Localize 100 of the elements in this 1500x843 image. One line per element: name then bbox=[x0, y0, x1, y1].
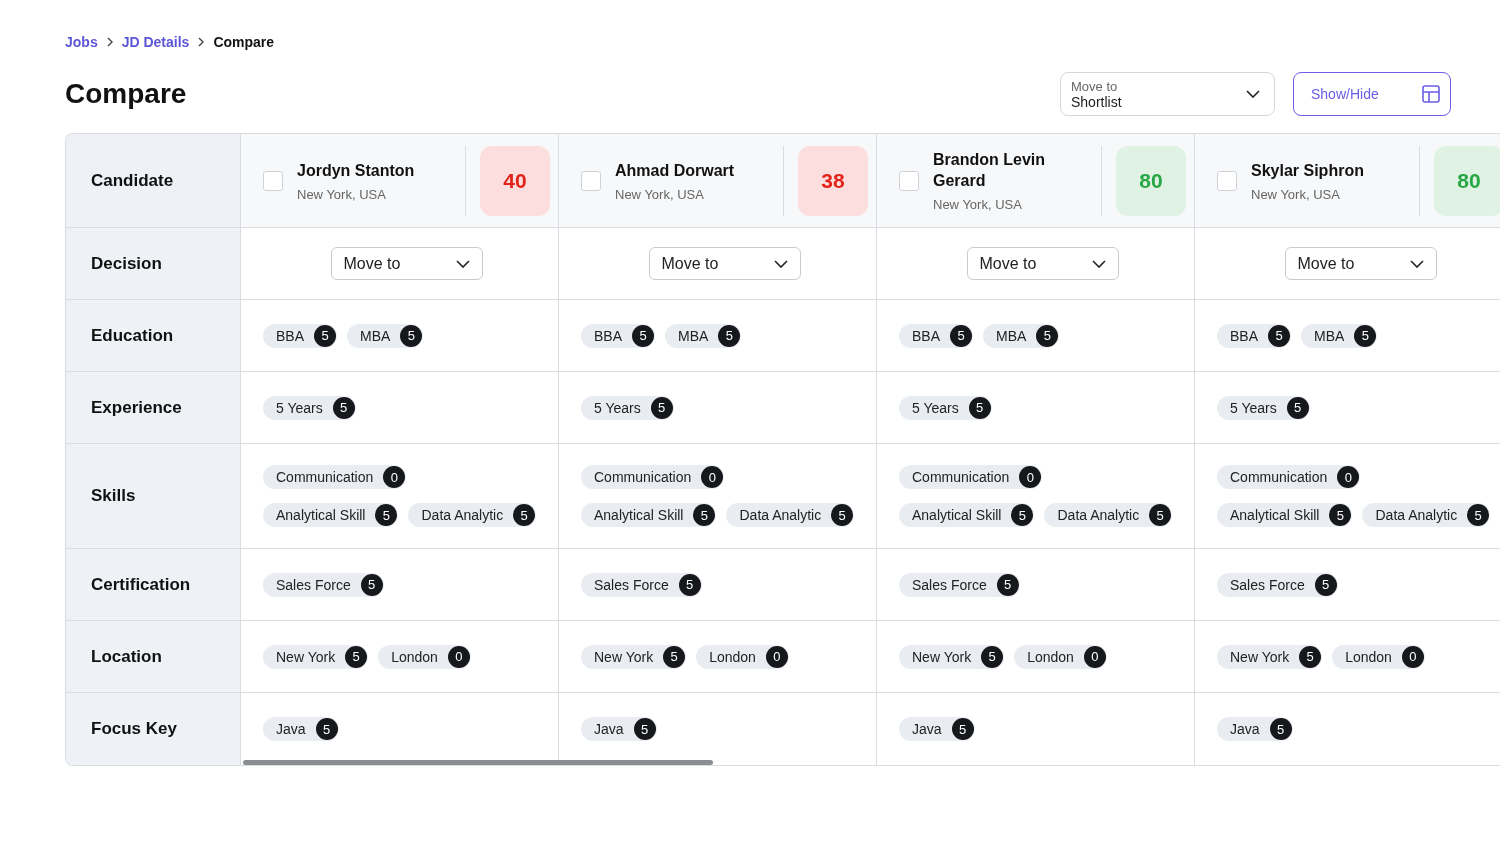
count-badge: 5 bbox=[400, 324, 423, 347]
criteria-tag: BBA 5 bbox=[899, 323, 973, 348]
candidate-location: New York, USA bbox=[1251, 186, 1341, 202]
count-badge: 5 bbox=[1011, 504, 1034, 526]
count-badge: 5 bbox=[1269, 718, 1292, 740]
criteria-tag: Analytical Skill 5 bbox=[581, 503, 717, 527]
count-badge: 0 bbox=[701, 466, 724, 488]
count-badge: 5 bbox=[951, 718, 974, 740]
criteria-tag: 5 Years 5 bbox=[581, 395, 674, 420]
show-hide-button[interactable]: Show/Hide bbox=[1293, 72, 1451, 116]
count-badge: 0 bbox=[1337, 466, 1360, 488]
count-badge: 5 bbox=[1149, 504, 1172, 526]
criteria-tag: Communication 0 bbox=[263, 465, 407, 489]
criteria-tag: Communication 0 bbox=[899, 465, 1043, 489]
count-badge: 5 bbox=[375, 504, 398, 526]
criteria-tag: New York 5 bbox=[1217, 644, 1323, 669]
criteria-tag: Data Analytic 5 bbox=[1044, 503, 1173, 527]
criteria-tag: MBA 5 bbox=[1301, 323, 1378, 348]
table-layout-icon bbox=[1422, 85, 1440, 103]
score-badge: 80 bbox=[1116, 145, 1186, 216]
count-badge: 0 bbox=[765, 645, 788, 668]
checkbox[interactable] bbox=[263, 170, 283, 191]
row-label: Experience bbox=[66, 372, 241, 444]
criteria-tag: London 0 bbox=[696, 644, 789, 669]
criteria-tag: Data Analytic 5 bbox=[726, 503, 855, 527]
count-badge: 5 bbox=[981, 645, 1004, 668]
count-badge: 5 bbox=[968, 396, 991, 419]
chevron-down-icon bbox=[1246, 90, 1260, 98]
criteria-tag: 5 Years 5 bbox=[263, 395, 356, 420]
candidate-name: Skylar Siphron bbox=[1251, 160, 1365, 181]
candidate-name: Jordyn Stanton bbox=[297, 160, 416, 181]
criteria-tag: Data Analytic 5 bbox=[408, 503, 537, 527]
criteria-tag: Java 5 bbox=[899, 717, 975, 741]
chevron-down-icon bbox=[455, 259, 470, 268]
criteria-tag: Java 5 bbox=[581, 717, 657, 741]
count-badge: 5 bbox=[718, 324, 741, 347]
criteria-tag: MBA 5 bbox=[665, 323, 742, 348]
count-badge: 5 bbox=[950, 324, 972, 347]
checkbox[interactable] bbox=[581, 170, 601, 191]
criteria-tag: Sales Force 5 bbox=[263, 572, 384, 597]
criteria-tag: London 0 bbox=[1332, 644, 1425, 669]
count-badge: 0 bbox=[447, 645, 470, 668]
score-badge: 38 bbox=[798, 145, 868, 216]
breadcrumb-link[interactable]: Jobs bbox=[65, 34, 98, 50]
criteria-tag: Sales Force 5 bbox=[899, 572, 1020, 597]
criteria-tag: Analytical Skill 5 bbox=[899, 503, 1035, 527]
row-label: Focus Key bbox=[66, 693, 241, 765]
count-badge: 5 bbox=[1286, 396, 1309, 419]
count-badge: 5 bbox=[996, 573, 1019, 596]
row-label: Skills bbox=[66, 444, 241, 549]
chevron-down-icon bbox=[1091, 259, 1106, 268]
decision-dropdown[interactable]: Move to bbox=[330, 247, 483, 280]
count-badge: 5 bbox=[678, 573, 701, 596]
decision-dropdown[interactable]: Move to bbox=[1284, 247, 1437, 280]
criteria-tag: Sales Force 5 bbox=[1217, 572, 1338, 597]
checkbox[interactable] bbox=[899, 170, 919, 191]
decision-dropdown[interactable]: Move to bbox=[966, 247, 1119, 280]
candidate-location: New York, USA bbox=[297, 186, 387, 202]
page-title: Compare bbox=[65, 78, 187, 110]
row-label: Decision bbox=[66, 228, 241, 300]
count-badge: 5 bbox=[1314, 573, 1337, 596]
move-to-dropdown[interactable]: Move to Shortlist bbox=[1060, 72, 1275, 116]
count-badge: 5 bbox=[693, 504, 716, 526]
chevron-right-icon bbox=[197, 37, 206, 47]
criteria-tag: Sales Force 5 bbox=[581, 572, 702, 597]
count-badge: 5 bbox=[315, 718, 338, 740]
row-label: Certification bbox=[66, 549, 241, 621]
criteria-tag: New York 5 bbox=[899, 644, 1005, 669]
criteria-tag: BBA 5 bbox=[581, 323, 655, 348]
count-badge: 5 bbox=[650, 396, 673, 419]
count-badge: 5 bbox=[314, 324, 336, 347]
criteria-tag: BBA 5 bbox=[1217, 323, 1291, 348]
count-badge: 0 bbox=[383, 466, 406, 488]
criteria-tag: Analytical Skill 5 bbox=[1217, 503, 1353, 527]
count-badge: 5 bbox=[831, 504, 854, 526]
candidate-location: New York, USA bbox=[933, 197, 1023, 212]
checkbox[interactable] bbox=[1217, 170, 1237, 191]
criteria-tag: London 0 bbox=[1014, 644, 1107, 669]
count-badge: 5 bbox=[345, 645, 368, 668]
count-badge: 5 bbox=[332, 396, 355, 419]
chevron-right-icon bbox=[105, 37, 114, 47]
count-badge: 0 bbox=[1083, 645, 1106, 668]
criteria-tag: Communication 0 bbox=[1217, 465, 1361, 489]
count-badge: 5 bbox=[632, 324, 654, 347]
candidate-name: Brandon Levin Gerard bbox=[933, 150, 1046, 191]
count-badge: 0 bbox=[1401, 645, 1424, 668]
criteria-tag: MBA 5 bbox=[983, 323, 1060, 348]
row-label: Candidate bbox=[66, 134, 241, 228]
breadcrumb-link[interactable]: JD Details bbox=[121, 34, 190, 50]
count-badge: 5 bbox=[1467, 504, 1490, 526]
candidate-location: New York, USA bbox=[615, 186, 705, 202]
decision-dropdown[interactable]: Move to bbox=[648, 247, 801, 280]
count-badge: 5 bbox=[1299, 645, 1322, 668]
count-badge: 5 bbox=[1329, 504, 1352, 526]
horizontal-scrollbar[interactable] bbox=[243, 760, 713, 765]
count-badge: 5 bbox=[1354, 324, 1377, 347]
criteria-tag: 5 Years 5 bbox=[899, 395, 992, 420]
criteria-tag: New York 5 bbox=[263, 644, 369, 669]
score-badge: 40 bbox=[480, 145, 550, 216]
count-badge: 5 bbox=[360, 573, 383, 596]
